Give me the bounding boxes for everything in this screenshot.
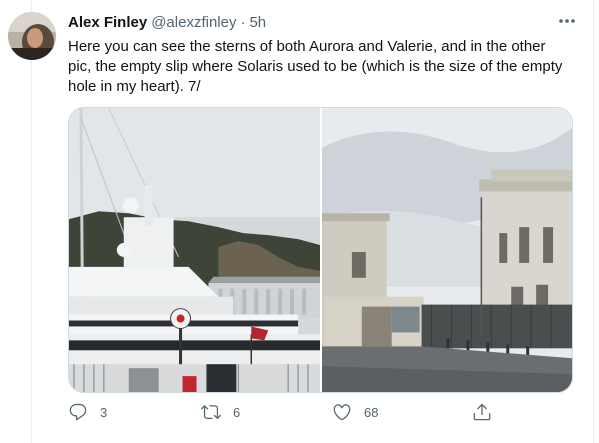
empty-slip-dock-photo[interactable] (322, 108, 572, 392)
retweet-icon (201, 405, 221, 420)
reply-count: 3 (100, 404, 108, 420)
avatar[interactable] (8, 12, 56, 60)
share-button[interactable] (472, 402, 492, 422)
retweet-button[interactable]: 6 (201, 402, 240, 422)
retweet-count: 6 (233, 404, 241, 420)
share-icon (473, 403, 491, 421)
heart-icon (333, 404, 351, 421)
timeline-border (593, 0, 594, 443)
tweet-actions: 3 6 68 (68, 402, 528, 426)
media-grid (68, 107, 573, 393)
yachts-in-harbor-photo[interactable] (69, 108, 320, 392)
more-options-button[interactable] (557, 14, 577, 28)
like-count: 68 (364, 404, 379, 420)
author-name[interactable]: Alex Finley (68, 14, 147, 31)
thread-line (31, 0, 32, 443)
author-handle[interactable]: @alexzfinley (151, 14, 236, 31)
tweet-timestamp[interactable]: 5h (249, 14, 266, 31)
separator-dot: · (240, 14, 246, 31)
tweet-header: Alex Finley @alexzfinley · 5h (68, 14, 266, 34)
reply-icon (69, 403, 87, 421)
like-button[interactable]: 68 (332, 402, 378, 422)
reply-button[interactable]: 3 (68, 402, 107, 422)
tweet-text: Here you can see the sterns of both Auro… (68, 38, 563, 95)
more-dots-icon (559, 19, 575, 23)
